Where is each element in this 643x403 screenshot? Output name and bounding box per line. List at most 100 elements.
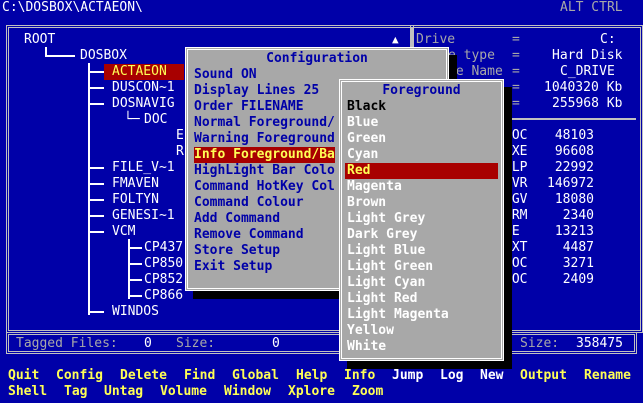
config-item-order[interactable]: Order FILENAME bbox=[194, 99, 304, 115]
menu-shell[interactable]: Shell bbox=[8, 384, 47, 400]
color-option-light-green[interactable]: Light Green bbox=[347, 259, 433, 275]
tree-item[interactable]: R bbox=[176, 144, 184, 160]
menu-jump[interactable]: Jump bbox=[392, 368, 423, 384]
file-ext: HLP bbox=[504, 160, 528, 175]
tagged-files-label: Tagged Files: bbox=[16, 336, 118, 351]
tree-connector bbox=[128, 247, 142, 249]
menu-untag[interactable]: Untag bbox=[104, 384, 143, 400]
color-option-light-red[interactable]: Light Red bbox=[347, 291, 417, 307]
scroll-up-arrow-icon[interactable]: ▲ bbox=[392, 32, 402, 46]
config-item-remove-command[interactable]: Remove Command bbox=[194, 227, 304, 243]
file-size: 146972 bbox=[547, 176, 594, 191]
menu-help[interactable]: Help bbox=[296, 368, 327, 384]
file-ext: DOC bbox=[504, 272, 528, 287]
color-option-black[interactable]: Black bbox=[347, 99, 386, 115]
menu-find[interactable]: Find bbox=[184, 368, 215, 384]
color-option-blue[interactable]: Blue bbox=[347, 115, 378, 131]
file-ext: ME bbox=[504, 224, 520, 239]
tagged-size-value: 0 bbox=[272, 336, 280, 351]
tree-item[interactable]: FILE_V~1 bbox=[112, 160, 175, 176]
menu-new[interactable]: New bbox=[480, 368, 503, 384]
config-item-command-colour[interactable]: Command Colour bbox=[194, 195, 304, 211]
color-option-white[interactable]: White bbox=[347, 339, 386, 355]
tree-connector bbox=[88, 199, 104, 201]
drive-eq: = bbox=[512, 64, 520, 79]
config-item-sound[interactable]: Sound ON bbox=[194, 67, 257, 83]
volume-name-label: me Name bbox=[448, 64, 503, 79]
tree-item[interactable]: VCM bbox=[112, 224, 135, 240]
tree-item[interactable]: CP852 bbox=[144, 272, 183, 288]
tree-item-selected[interactable]: ACTAEON bbox=[104, 64, 184, 80]
color-option-brown[interactable]: Brown bbox=[347, 195, 386, 211]
color-option-red[interactable]: Red bbox=[345, 163, 498, 179]
tree-connector bbox=[128, 263, 142, 265]
color-option-dark-grey[interactable]: Dark Grey bbox=[347, 227, 417, 243]
color-option-cyan[interactable]: Cyan bbox=[347, 147, 378, 163]
menu-info[interactable]: Info bbox=[344, 368, 375, 384]
color-option-light-magenta[interactable]: Light Magenta bbox=[347, 307, 449, 323]
menu-global[interactable]: Global bbox=[232, 368, 279, 384]
menu-output[interactable]: Output bbox=[520, 368, 567, 384]
total-size-label: Size: bbox=[520, 336, 560, 351]
color-option-light-blue[interactable]: Light Blue bbox=[347, 243, 425, 259]
menu-delete[interactable]: Delete bbox=[120, 368, 167, 384]
key-mode-indicator: ALT CTRL bbox=[560, 0, 623, 15]
config-item-exit-setup[interactable]: Exit Setup bbox=[194, 259, 272, 275]
tree-item[interactable]: WINDOS bbox=[112, 304, 159, 320]
config-item-warning-foreground[interactable]: Warning Foreground bbox=[194, 131, 335, 147]
file-ext: OVR bbox=[504, 176, 528, 191]
file-ext: DOC bbox=[504, 128, 528, 143]
color-option-magenta[interactable]: Magenta bbox=[347, 179, 402, 195]
tree-branch-icon: └─ bbox=[124, 112, 140, 127]
drive-label: Drive bbox=[416, 32, 456, 47]
config-item-add-command[interactable]: Add Command bbox=[194, 211, 280, 227]
tree-item[interactable]: FOLTYN bbox=[112, 192, 159, 208]
tree-item[interactable]: GENESI~1 bbox=[112, 208, 175, 224]
file-size: 22992 bbox=[554, 160, 594, 175]
menu-window[interactable]: Window bbox=[224, 384, 271, 400]
foreground-menu-title: Foreground bbox=[382, 83, 461, 98]
menu-rename[interactable]: Rename bbox=[584, 368, 631, 384]
tree-item[interactable]: DOSNAVIG bbox=[112, 96, 175, 112]
tree-item[interactable]: E bbox=[176, 128, 184, 144]
config-item-store-setup[interactable]: Store Setup bbox=[194, 243, 280, 259]
color-option-yellow[interactable]: Yellow bbox=[347, 323, 394, 339]
tree-item[interactable]: CP850 bbox=[144, 256, 183, 272]
menu-config[interactable]: Config bbox=[56, 368, 103, 384]
drive-eq: = bbox=[512, 32, 520, 47]
tree-connector bbox=[45, 47, 47, 55]
file-ext: TXT bbox=[504, 240, 528, 255]
color-option-light-grey[interactable]: Light Grey bbox=[347, 211, 425, 227]
tree-connector bbox=[45, 55, 75, 57]
tree-item[interactable]: CP437 bbox=[144, 240, 183, 256]
tree-root[interactable]: ROOT bbox=[24, 32, 55, 48]
config-item-normal-foreground[interactable]: Normal Foreground/ bbox=[194, 115, 335, 131]
menu-log[interactable]: Log bbox=[440, 368, 463, 384]
config-item-command-hotkey[interactable]: Command HotKey Col bbox=[194, 179, 335, 195]
menu-xplore[interactable]: Xplore bbox=[288, 384, 335, 400]
file-size: 4487 bbox=[562, 240, 594, 255]
color-option-light-cyan[interactable]: Light Cyan bbox=[347, 275, 425, 291]
menu-zoom[interactable]: Zoom bbox=[352, 384, 383, 400]
menu-volume[interactable]: Volume bbox=[160, 384, 207, 400]
config-item-info-foreground[interactable]: Info Foreground/Ba bbox=[194, 147, 335, 163]
menu-tag[interactable]: Tag bbox=[64, 384, 87, 400]
tree-item[interactable]: DOC bbox=[144, 112, 167, 128]
tree-item[interactable]: DUSCON~1 bbox=[112, 80, 175, 96]
tree-item[interactable]: DOSBOX bbox=[80, 48, 127, 64]
config-item-highlight-bar[interactable]: HighLight Bar Colo bbox=[194, 163, 335, 179]
tree-item[interactable]: CP866 bbox=[144, 288, 183, 304]
file-size: 96608 bbox=[554, 144, 594, 159]
file-size: 3271 bbox=[562, 256, 594, 271]
total-size-value: 358475 bbox=[576, 336, 623, 351]
file-ext: AGV bbox=[504, 192, 528, 207]
tree-connector bbox=[88, 63, 90, 315]
volume-name-value: C_DRIVE bbox=[560, 64, 615, 79]
tree-connector bbox=[88, 231, 104, 233]
config-item-display-lines[interactable]: Display Lines 25 bbox=[194, 83, 319, 99]
color-option-green[interactable]: Green bbox=[347, 131, 386, 147]
menu-quit[interactable]: Quit bbox=[8, 368, 39, 384]
tree-connector bbox=[88, 71, 104, 73]
file-size: 2409 bbox=[562, 272, 594, 287]
tree-item[interactable]: FMAVEN bbox=[112, 176, 159, 192]
